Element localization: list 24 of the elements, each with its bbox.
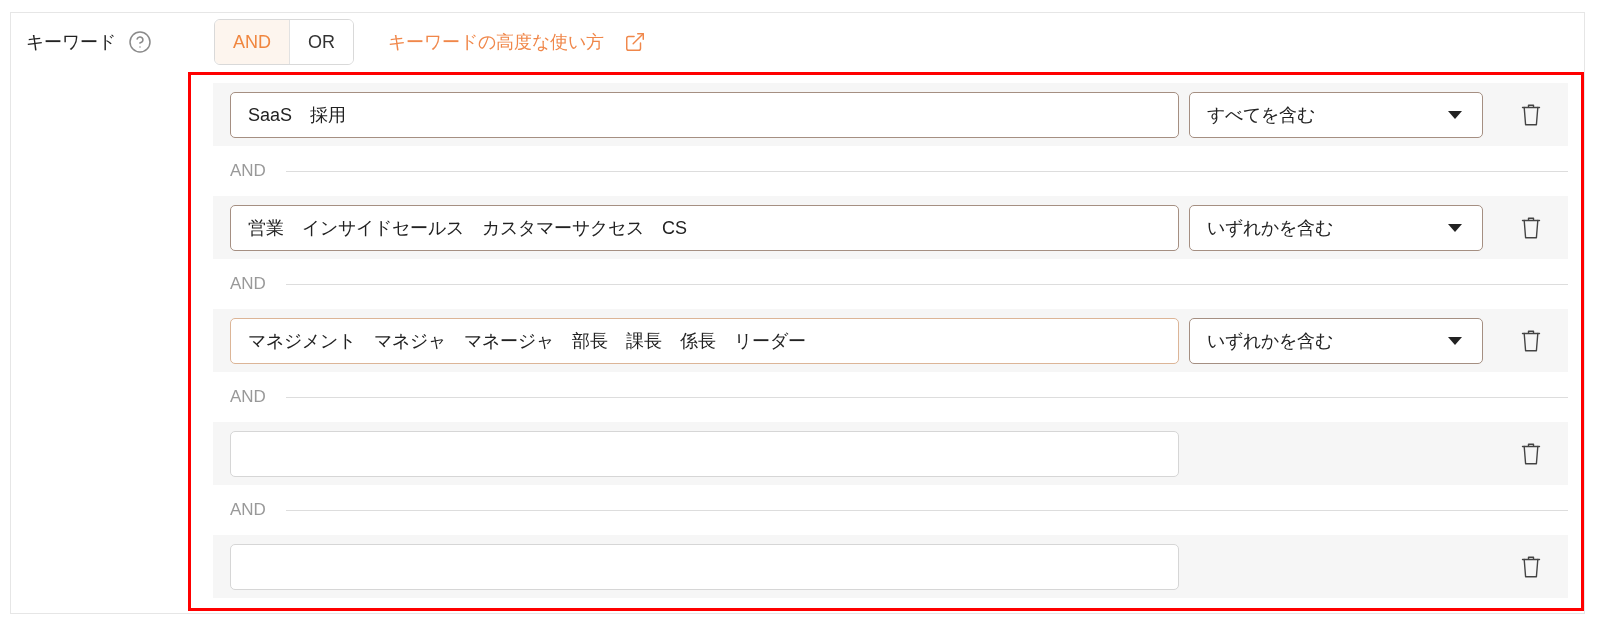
keyword-input[interactable] [230, 543, 1179, 590]
caret-icon [1448, 336, 1462, 345]
trash-icon[interactable] [1520, 442, 1541, 465]
trash-icon[interactable] [1520, 216, 1541, 239]
keyword-input[interactable]: 営業 インサイドセールス カスタマーサクセス CS [230, 204, 1179, 251]
field-label: キーワード [26, 31, 116, 54]
trash-icon[interactable] [1520, 103, 1541, 126]
external-link-icon [624, 31, 646, 53]
segment-button[interactable]: OR [289, 20, 353, 64]
match-dropdown[interactable]: いずれかを含む [1189, 317, 1483, 364]
match-dropdown[interactable]: いずれかを含む [1189, 204, 1483, 251]
connector-label: AND [230, 161, 266, 181]
trash-icon[interactable] [1520, 555, 1541, 578]
caret-icon [1448, 110, 1462, 119]
keyword-input[interactable]: マネジメント マネジャ マネージャ 部長 課長 係長 リーダー [230, 317, 1179, 364]
trash-icon[interactable] [1520, 329, 1541, 352]
caret-icon [1448, 223, 1462, 232]
connector-label: AND [230, 500, 266, 520]
connector-label: AND [230, 274, 266, 294]
keyword-input[interactable] [230, 430, 1179, 477]
keyword-input[interactable]: SaaS 採用 [230, 91, 1179, 138]
match-dropdown[interactable]: すべてを含む [1189, 91, 1483, 138]
connector-label: AND [230, 387, 266, 407]
help-icon[interactable] [128, 30, 152, 54]
